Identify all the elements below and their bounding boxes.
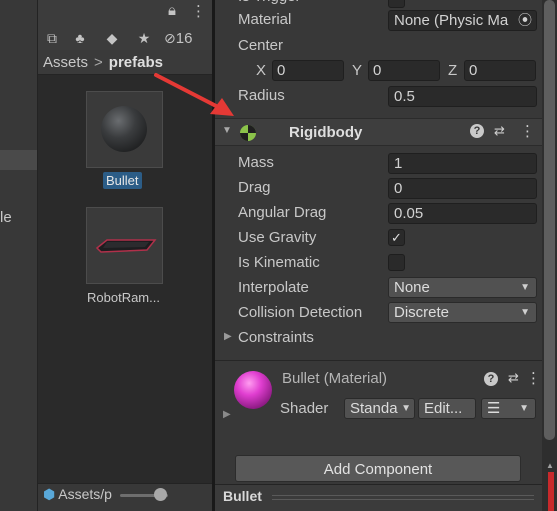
- rigidbody-component-header[interactable]: ▼ Rigidbody ? ⇄ ⋮: [215, 118, 542, 146]
- dropdown-arrow-icon: ▼: [520, 307, 530, 318]
- list-icon: ☰: [487, 400, 501, 417]
- rigidbody-foldout-icon[interactable]: ▼: [222, 125, 232, 136]
- constraints-foldout-icon[interactable]: ▶: [224, 331, 232, 342]
- physic-material-field[interactable]: None (Physic Ma ⦿: [388, 10, 537, 31]
- preview-bar[interactable]: Bullet: [215, 484, 542, 511]
- asset-thumbnail-robot-ramp[interactable]: [86, 207, 163, 284]
- constraints-label[interactable]: Constraints: [238, 329, 314, 346]
- is-kinematic-checkbox[interactable]: [388, 254, 405, 271]
- dropdown-arrow-icon: ▼: [519, 403, 529, 414]
- annotation-arrow-icon: [154, 73, 234, 116]
- thumbnail-size-slider-thumb[interactable]: [154, 488, 167, 501]
- radius-input[interactable]: 0.5: [388, 86, 537, 107]
- angular-drag-input[interactable]: 0.05: [388, 203, 537, 224]
- selected-asset-path: ⬢ Assets/p: [43, 486, 112, 503]
- folder-tree-panel: [0, 0, 38, 511]
- center-y-label: Y: [352, 62, 363, 79]
- drag-label: Drag: [238, 179, 271, 196]
- material-preview-sphere: [234, 371, 272, 409]
- panel-menu-icon[interactable]: ⋮: [191, 2, 206, 20]
- dropdown-arrow-icon: ▼: [401, 403, 411, 414]
- center-label: Center: [238, 37, 284, 54]
- center-x-input[interactable]: 0: [272, 60, 344, 81]
- search-by-type-icon[interactable]: ♣: [66, 27, 94, 49]
- help-icon[interactable]: ?: [484, 372, 498, 386]
- prefab-cube-icon: ⬢: [43, 486, 56, 502]
- hidden-packages-count: 16: [175, 30, 193, 47]
- center-y-input[interactable]: 0: [368, 60, 440, 81]
- search-by-label-icon[interactable]: ◆: [98, 27, 126, 49]
- help-icon[interactable]: ?: [470, 124, 484, 138]
- is-trigger-checkbox[interactable]: [388, 0, 405, 8]
- robot-ramp-icon: [95, 239, 157, 253]
- object-picker-icon[interactable]: ⦿: [518, 11, 532, 29]
- add-component-button[interactable]: Add Component: [235, 455, 521, 482]
- component-menu-icon[interactable]: ⋮: [526, 369, 541, 387]
- asset-label-robot-ramp[interactable]: RobotRam...: [87, 290, 160, 305]
- preview-title: Bullet: [223, 488, 262, 504]
- drag-input[interactable]: 0: [388, 178, 537, 199]
- rigidbody-title: Rigidbody: [289, 124, 363, 141]
- interpolate-label: Interpolate: [238, 279, 309, 296]
- shader-dropdown[interactable]: Standa ▼: [344, 398, 415, 419]
- use-gravity-checkbox[interactable]: ✓: [388, 229, 405, 246]
- material-label: Material: [238, 11, 292, 28]
- checkmark-icon: ✓: [391, 230, 402, 245]
- presets-icon[interactable]: ⇄: [494, 123, 505, 139]
- material-foldout-icon[interactable]: ▶: [223, 409, 231, 420]
- asset-path-text: Assets/p: [58, 486, 112, 502]
- dropdown-arrow-icon: ▼: [520, 282, 530, 293]
- is-kinematic-label: Is Kinematic: [238, 254, 320, 271]
- breadcrumb-current[interactable]: prefabs: [109, 54, 163, 71]
- folder-tree-selected-row[interactable]: [0, 150, 37, 170]
- shader-value: Standa: [350, 400, 398, 417]
- eye-slash-icon: ⊘: [164, 30, 176, 46]
- edit-shader-button[interactable]: Edit...: [418, 398, 476, 419]
- lock-icon[interactable]: 🔒︎: [168, 2, 176, 19]
- collision-detection-value: Discrete: [394, 304, 450, 321]
- asset-label-bullet[interactable]: Bullet: [103, 172, 142, 189]
- mass-label: Mass: [238, 154, 274, 171]
- material-inspector-block: Bullet (Material) ? ⇄ ⋮ ▶ Shader Standa …: [215, 360, 542, 448]
- breadcrumb-separator: >: [94, 54, 103, 71]
- shader-label: Shader: [280, 400, 329, 417]
- presets-icon[interactable]: ⇄: [508, 370, 519, 386]
- interpolate-value: None: [394, 279, 430, 296]
- collision-detection-dropdown[interactable]: Discrete ▼: [388, 302, 537, 323]
- mass-input[interactable]: 1: [388, 153, 537, 174]
- folder-tree-partial-label[interactable]: le: [0, 209, 37, 226]
- inspector-panel: Is Trigger Material None (Physic Ma ⦿ Ce…: [215, 0, 542, 511]
- angular-drag-label: Angular Drag: [238, 204, 327, 221]
- center-x-label: X: [256, 62, 267, 79]
- preview-resize-grip[interactable]: [272, 495, 534, 500]
- center-z-label: Z: [448, 62, 458, 79]
- shader-options-dropdown[interactable]: ☰ ▼: [481, 398, 536, 419]
- radius-label: Radius: [238, 87, 285, 104]
- component-menu-icon[interactable]: ⋮: [520, 122, 535, 140]
- rigidbody-icon[interactable]: [239, 124, 257, 142]
- center-z-input[interactable]: 0: [464, 60, 536, 81]
- scroll-marker: [548, 472, 554, 511]
- scene-search-icon[interactable]: ⧉: [40, 27, 64, 49]
- hidden-packages-toggle[interactable]: ⊘16: [164, 27, 210, 49]
- sphere-prefab-icon: [101, 106, 147, 152]
- favorites-star-icon[interactable]: ★: [130, 27, 158, 49]
- material-title: Bullet (Material): [282, 370, 388, 387]
- inspector-scrollbar-thumb[interactable]: [544, 0, 555, 440]
- physic-material-value: None (Physic Ma: [394, 12, 509, 29]
- collision-detection-label: Collision Detection: [238, 304, 363, 321]
- is-trigger-label-partial: Is Trigger: [238, 0, 301, 5]
- interpolate-dropdown[interactable]: None ▼: [388, 277, 537, 298]
- use-gravity-label: Use Gravity: [238, 229, 317, 246]
- scroll-up-arrow-icon[interactable]: ▲: [546, 461, 554, 470]
- breadcrumb-root[interactable]: Assets: [43, 54, 88, 71]
